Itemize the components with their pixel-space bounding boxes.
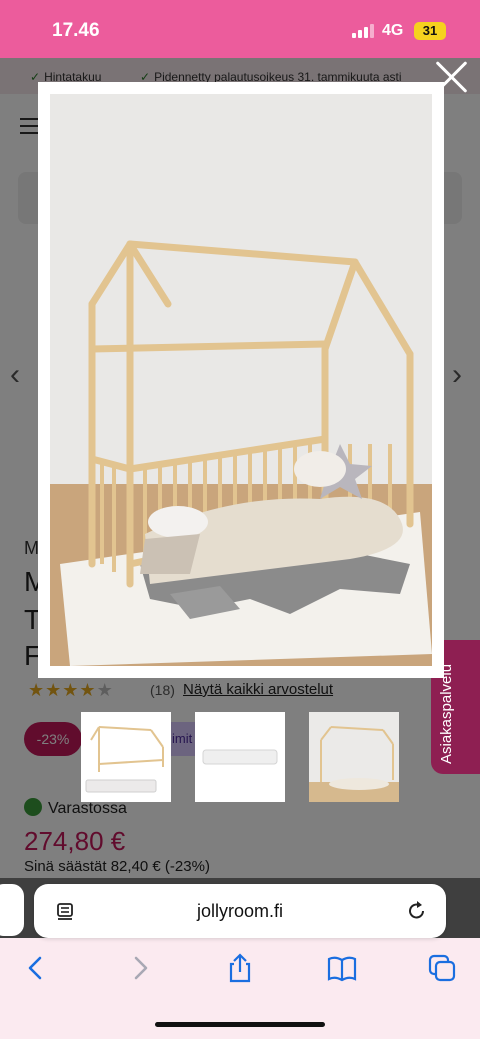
forward-icon[interactable] <box>124 952 156 984</box>
url-text: jollyroom.fi <box>196 901 284 921</box>
battery-icon: 31 <box>414 22 446 40</box>
image-lightbox <box>38 82 444 678</box>
share-icon[interactable] <box>224 952 256 984</box>
browser-bottom-bar: jollyroom.fi <box>0 878 480 1039</box>
home-indicator <box>155 1022 325 1027</box>
signal-icon <box>352 24 374 38</box>
thumbnail[interactable] <box>81 712 171 802</box>
previous-tab-peek[interactable] <box>0 884 24 936</box>
thumbnail[interactable] <box>309 712 399 802</box>
reload-icon[interactable] <box>406 900 428 922</box>
back-icon[interactable] <box>20 952 52 984</box>
address-bar[interactable]: jollyroom.fi <box>34 884 446 938</box>
customer-service-label: Asiakaspalvelu <box>438 663 455 764</box>
status-time: 17.46 <box>52 20 100 41</box>
status-bar: 17.46 4G 31 <box>0 0 480 58</box>
thumbnail-image <box>202 749 278 765</box>
tabs-icon[interactable] <box>426 952 458 984</box>
bookmarks-icon[interactable] <box>326 952 358 984</box>
thumbnail-image <box>85 726 164 793</box>
network-type: 4G <box>382 22 404 39</box>
product-image <box>50 94 432 666</box>
thumbnail[interactable] <box>195 712 285 802</box>
thumbnail-image <box>309 712 399 802</box>
